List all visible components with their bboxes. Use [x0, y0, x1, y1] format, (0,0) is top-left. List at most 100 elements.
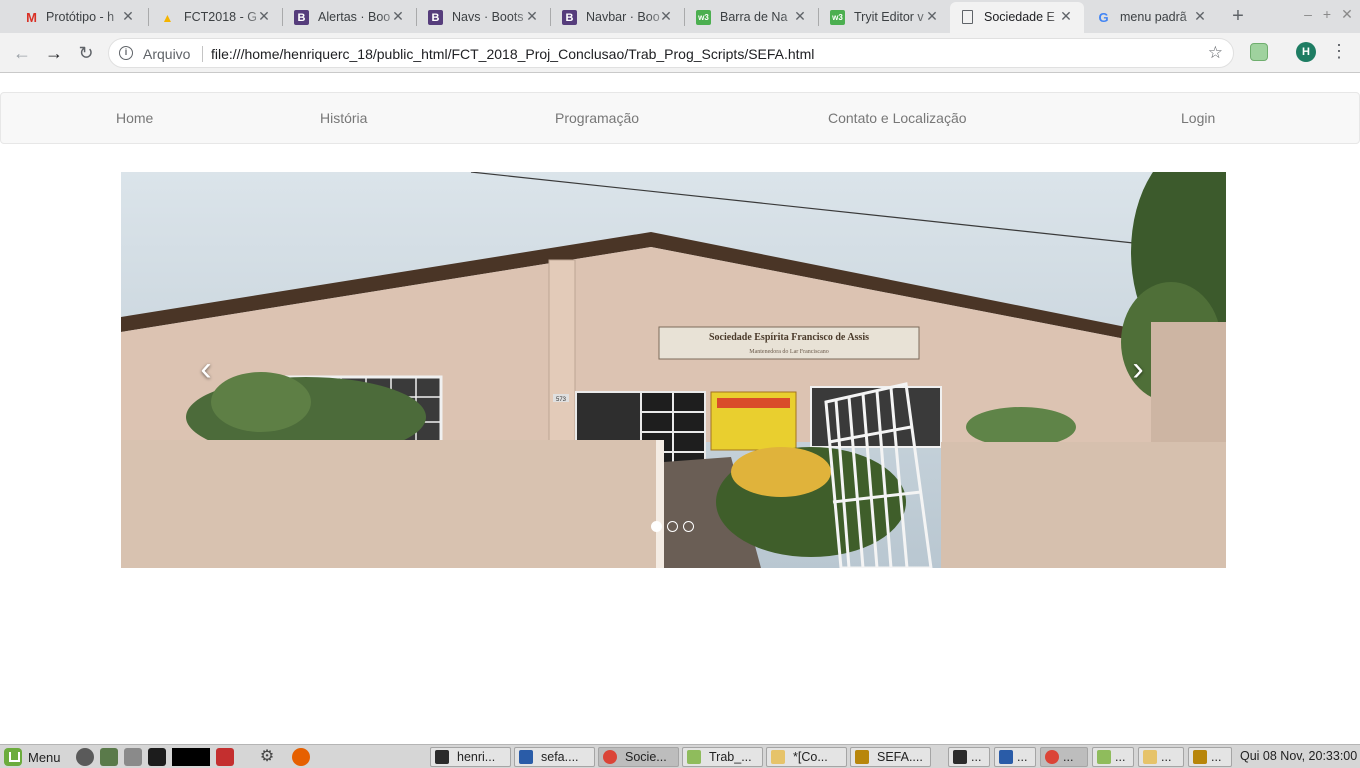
nav-programacao[interactable]: Programação	[555, 110, 639, 126]
gimp-icon	[1193, 750, 1207, 764]
carousel-slide-image: Sociedade Espírita Francisco de Assis Ma…	[121, 172, 1226, 568]
nav-contato[interactable]: Contato e Localização	[828, 110, 967, 126]
close-window-icon[interactable]: ✕	[1339, 6, 1355, 23]
settings-gear-icon[interactable]: ⚙	[258, 748, 276, 766]
close-tab-icon[interactable]: ✕	[1058, 8, 1074, 25]
browser-tab[interactable]: B Navs · Boots ✕	[416, 2, 550, 33]
close-tab-icon[interactable]: ✕	[256, 8, 272, 25]
back-button[interactable]: ←	[10, 41, 34, 65]
system-clock[interactable]: Qui 08 Nov, 20:33:00	[1240, 749, 1357, 763]
new-tab-button[interactable]: +	[1228, 6, 1248, 26]
taskbar-window-button[interactable]: *[Co...	[766, 747, 847, 767]
bootstrap-icon: B	[428, 10, 443, 25]
taskbar-window-button[interactable]: Trab_...	[682, 747, 763, 767]
w3schools-icon: w3	[830, 10, 845, 25]
task-label: Socie...	[625, 750, 667, 764]
bootstrap-icon: B	[294, 10, 309, 25]
file-manager-icon[interactable]	[100, 748, 118, 766]
nav-home[interactable]: Home	[116, 110, 153, 126]
browser-toolbar: ← → ↻ i Arquivo file:///home/henriquerc_…	[0, 33, 1360, 73]
url-text[interactable]: file:///home/henriquerc_18/public_html/F…	[211, 46, 814, 62]
task-label: ...	[1115, 750, 1126, 764]
terminal-icon[interactable]	[148, 748, 166, 766]
browser-tab-active[interactable]: Sociedade E ✕	[950, 2, 1084, 33]
house-number: 573	[556, 397, 567, 403]
browser-tab[interactable]: G menu padrã ✕	[1084, 2, 1218, 33]
bookmark-star-icon[interactable]: ☆	[1208, 43, 1223, 63]
close-tab-icon[interactable]: ✕	[658, 8, 674, 25]
reload-button[interactable]: ↻	[74, 41, 98, 65]
task-label: ...	[1063, 750, 1074, 764]
nav-historia[interactable]: História	[320, 110, 367, 126]
close-tab-icon[interactable]: ✕	[1192, 8, 1208, 25]
taskbar-window-button[interactable]: SEFA....	[850, 747, 931, 767]
firefox-icon[interactable]	[292, 748, 310, 766]
more-menu-icon[interactable]: ⋮	[1330, 41, 1348, 62]
security-label: Arquivo	[143, 46, 191, 62]
gmail-icon: M	[26, 10, 37, 25]
taskbar-window-button[interactable]: ...	[1188, 747, 1232, 767]
carousel-indicator[interactable]	[683, 521, 694, 532]
profile-avatar[interactable]: H	[1296, 42, 1316, 62]
folder-icon	[1097, 750, 1111, 764]
extension-icon[interactable]	[1250, 43, 1268, 61]
taskbar-window-button[interactable]: sefa....	[514, 747, 595, 767]
carousel-indicators	[651, 521, 694, 532]
browser-tab[interactable]: M Protótipo - h ✕	[6, 2, 146, 33]
linux-mint-logo-icon	[4, 748, 22, 766]
task-label: ...	[971, 750, 982, 764]
folder-icon	[687, 750, 701, 764]
building-sign-subtext: Mantenedora do Lar Franciscano	[749, 349, 828, 355]
drive-icon[interactable]	[124, 748, 142, 766]
browser-tab[interactable]: B Navbar · Boo ✕	[550, 2, 684, 33]
task-label: ...	[1017, 750, 1028, 764]
task-label: ...	[1211, 750, 1222, 764]
close-tab-icon[interactable]: ✕	[792, 8, 808, 25]
carousel-indicator[interactable]	[667, 521, 678, 532]
start-menu-button[interactable]: Menu	[4, 747, 61, 767]
carousel-indicator[interactable]	[651, 521, 662, 532]
browser-tab[interactable]: w3 Barra de Na ✕	[684, 2, 818, 33]
task-label: henri...	[457, 750, 496, 764]
browser-tab[interactable]: ▲ FCT2018 - G ✕	[148, 2, 282, 33]
carousel-next-chevron-icon[interactable]: ›	[1123, 352, 1153, 386]
text-editor-icon	[771, 750, 785, 764]
forward-button[interactable]: →	[42, 41, 66, 65]
screenshot-icon[interactable]	[216, 748, 234, 766]
taskbar-window-button[interactable]: ...	[1092, 747, 1134, 767]
maximize-icon[interactable]: +	[1319, 6, 1335, 22]
building-sign-text: Sociedade Espírita Francisco de Assis	[709, 332, 869, 343]
close-tab-icon[interactable]: ✕	[120, 8, 136, 25]
divider	[202, 46, 203, 62]
close-tab-icon[interactable]: ✕	[524, 8, 540, 25]
browser-tab[interactable]: w3 Tryit Editor v ✕	[818, 2, 950, 33]
taskbar-window-button[interactable]: ...	[1138, 747, 1184, 767]
chrome-icon	[603, 750, 617, 764]
nav-login[interactable]: Login	[1181, 110, 1215, 126]
task-label: *[Co...	[793, 750, 828, 764]
task-label: ...	[1161, 750, 1172, 764]
chrome-icon	[1045, 750, 1059, 764]
close-tab-icon[interactable]: ✕	[924, 8, 940, 25]
google-icon: G	[1098, 10, 1109, 25]
close-tab-icon[interactable]: ✕	[390, 8, 406, 25]
code-editor-icon	[519, 750, 533, 764]
task-label: sefa....	[541, 750, 579, 764]
disk-icon[interactable]	[76, 748, 94, 766]
taskbar-window-button-active[interactable]: Socie...	[598, 747, 679, 767]
page-icon	[962, 10, 973, 24]
w3schools-icon: w3	[696, 10, 711, 25]
taskbar-window-button[interactable]: henri...	[430, 747, 511, 767]
code-editor-icon	[999, 750, 1013, 764]
taskbar-window-button[interactable]: ...	[994, 747, 1036, 767]
info-icon[interactable]: i	[119, 46, 133, 60]
address-bar[interactable]: i Arquivo file:///home/henriquerc_18/pub…	[108, 38, 1234, 68]
carousel-prev-chevron-icon[interactable]: ‹	[191, 352, 221, 386]
taskbar-window-button[interactable]: ...	[948, 747, 990, 767]
google-drive-icon: ▲	[161, 10, 174, 25]
gimp-icon	[855, 750, 869, 764]
browser-tab[interactable]: B Alertas · Boo ✕	[282, 2, 416, 33]
minimize-icon[interactable]: –	[1300, 6, 1316, 22]
taskbar-window-button[interactable]: ...	[1040, 747, 1088, 767]
browser-tab-strip: M Protótipo - h ✕ ▲ FCT2018 - G ✕ B Aler…	[0, 0, 1360, 33]
